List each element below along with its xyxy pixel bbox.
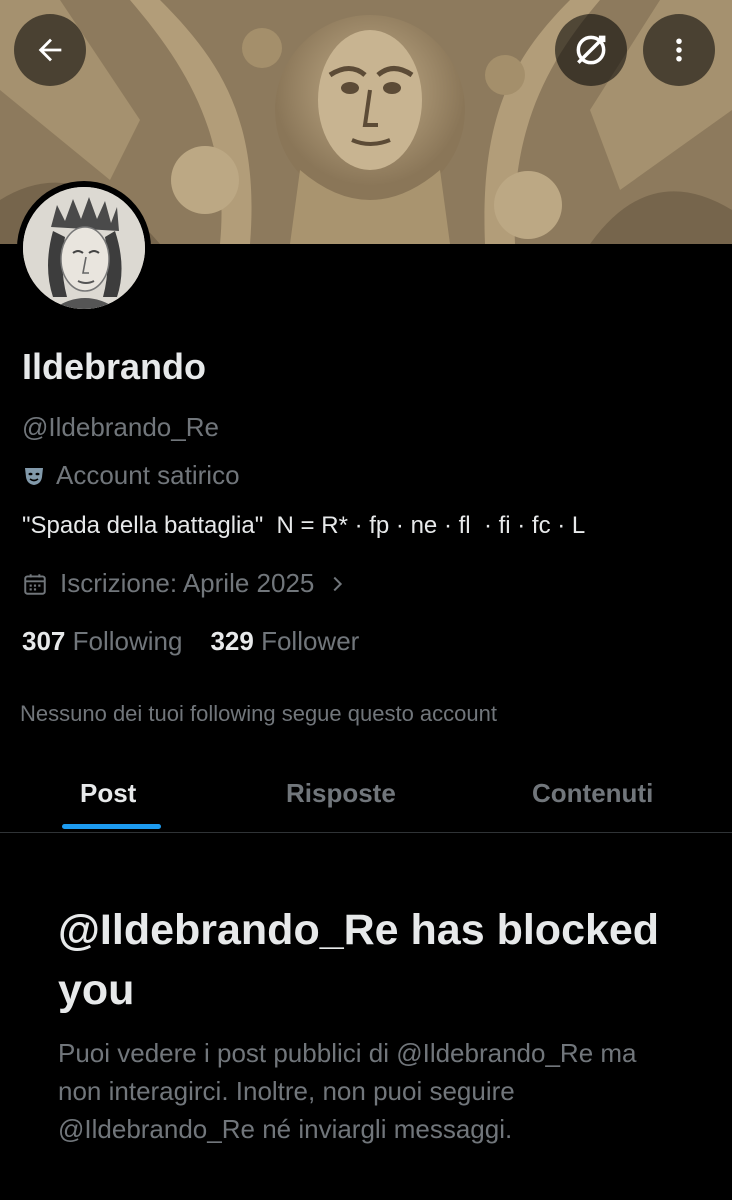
tab-contenuti[interactable]: Contenuti bbox=[532, 754, 653, 832]
more-options-button[interactable] bbox=[643, 14, 715, 86]
theater-mask-icon bbox=[25, 467, 43, 485]
joined-date-text: Iscrizione: Aprile 2025 bbox=[60, 568, 315, 598]
tab-post[interactable]: Post bbox=[80, 754, 136, 832]
account-label: Account satirico bbox=[22, 460, 240, 491]
globe-slash-icon bbox=[576, 35, 606, 65]
followers-link[interactable]: 329 Follower bbox=[210, 626, 359, 657]
following-count: 307 bbox=[22, 626, 66, 656]
follow-stats: 307 Following 329 Follower bbox=[22, 626, 359, 657]
avatar[interactable] bbox=[17, 181, 151, 315]
arrow-left-icon bbox=[38, 38, 62, 62]
joined-date[interactable]: Iscrizione: Aprile 2025 bbox=[22, 568, 348, 599]
active-tab-indicator bbox=[62, 824, 161, 829]
more-vertical-icon bbox=[676, 38, 682, 62]
translate-button[interactable] bbox=[555, 14, 627, 86]
profile-handle: @Ildebrando_Re bbox=[22, 412, 219, 442]
back-button[interactable] bbox=[14, 14, 86, 86]
profile-name: Ildebrando bbox=[22, 346, 207, 387]
following-label: Following bbox=[72, 626, 183, 656]
mutual-followers-note: Nessuno dei tuoi following segue questo … bbox=[20, 701, 497, 726]
blocked-message: Puoi vedere i post pubblici di @Ildebran… bbox=[58, 1038, 637, 1144]
calendar-icon bbox=[24, 573, 46, 595]
following-link[interactable]: 307 Following bbox=[22, 626, 182, 657]
blocked-title: @Ildebrando_Re has blocked you bbox=[58, 906, 660, 1014]
profile-tabs: Post Risposte Contenuti bbox=[0, 754, 732, 833]
chevron-right-icon bbox=[333, 576, 343, 591]
tab-risposte[interactable]: Risposte bbox=[286, 754, 396, 832]
followers-count: 329 bbox=[210, 626, 254, 656]
account-label-text: Account satirico bbox=[56, 460, 240, 490]
avatar-image bbox=[23, 187, 145, 309]
followers-label: Follower bbox=[261, 626, 360, 656]
profile-bio: "Spada della battaglia" N = R* · fp · ne… bbox=[22, 512, 586, 539]
